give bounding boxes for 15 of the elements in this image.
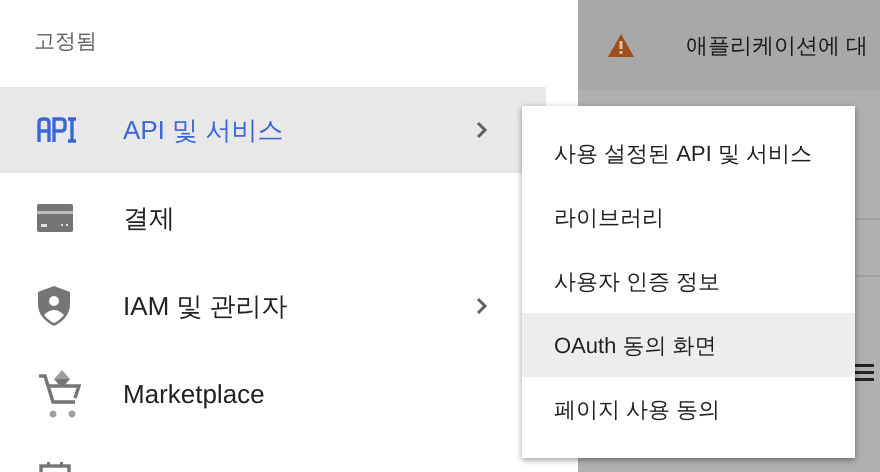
chevron-right-icon — [476, 297, 488, 315]
api-icon — [37, 117, 77, 143]
sidebar-item-label: 결제 — [123, 202, 176, 234]
sidebar-item-label: Marketplace — [123, 378, 266, 410]
sidebar-item-label: IAM 및 관리자 — [123, 290, 289, 322]
chevron-right-icon — [476, 121, 488, 139]
warning-icon — [607, 32, 635, 58]
sidebar-item-label: API 및 서비스 — [123, 114, 284, 146]
submenu-item[interactable]: OAuth 동의 화면 — [522, 313, 855, 377]
banner-text: 애플리케이션에 대 — [686, 32, 868, 60]
credit-card-icon — [37, 204, 73, 232]
section-title: 고정됨 — [34, 28, 97, 55]
sidebar-item[interactable]: API 및 서비스 — [0, 87, 546, 173]
shopping-cart-icon — [37, 370, 81, 418]
shield-person-icon — [37, 286, 71, 326]
